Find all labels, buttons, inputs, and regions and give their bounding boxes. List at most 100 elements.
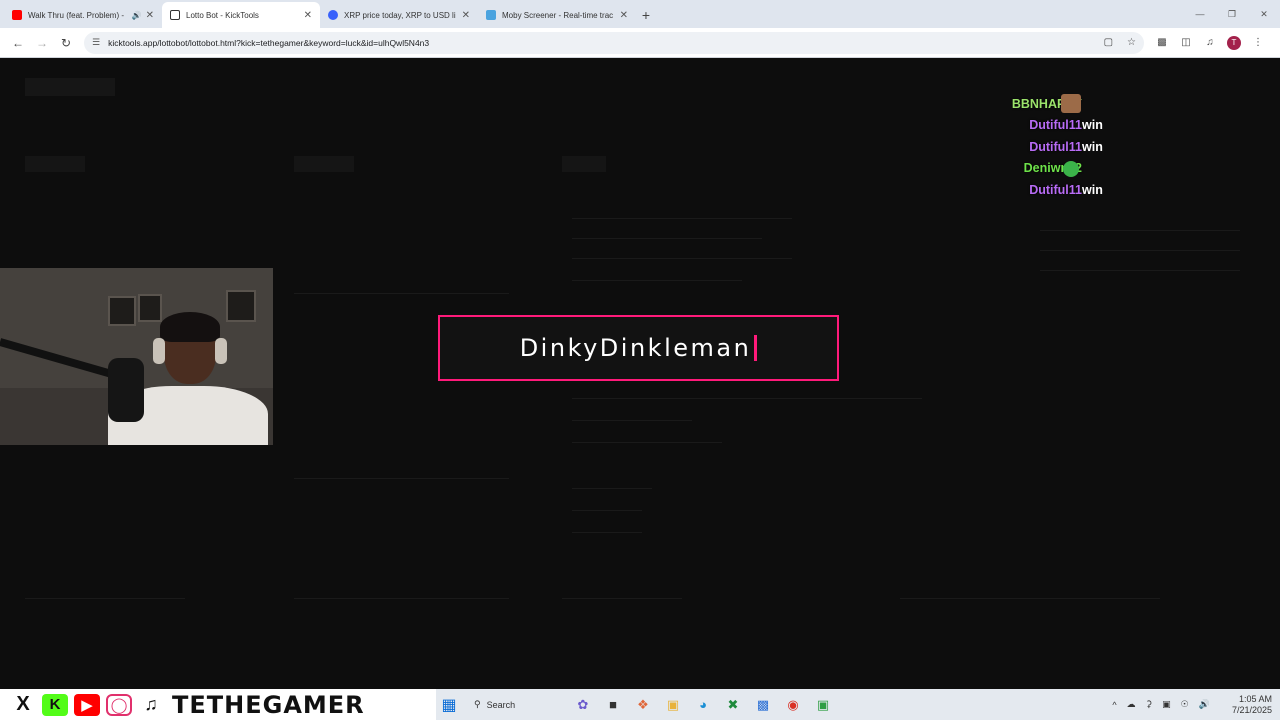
site-info-icon[interactable]: ☰ <box>92 37 100 48</box>
ghost-line <box>294 478 509 479</box>
forward-icon[interactable]: → <box>30 31 54 55</box>
extensions-icon[interactable]: ▩ <box>1150 31 1174 55</box>
menu-icon[interactable]: ⋮ <box>1246 31 1270 55</box>
app-icon[interactable]: ▣ <box>810 693 836 717</box>
streamer-handle: TETHEGAMER <box>172 690 365 719</box>
typing-caret <box>754 335 758 361</box>
face-emote-icon <box>1061 94 1081 113</box>
minimize-icon[interactable]: — <box>1184 0 1216 28</box>
restore-icon[interactable]: ❐ <box>1216 0 1248 28</box>
ghost-line <box>572 280 742 281</box>
coinmarketcap-icon <box>328 10 338 20</box>
tiktok-icon: ♫ <box>138 693 164 716</box>
url-text: kicktools.app/lottobot/lottobot.html?kic… <box>108 37 430 48</box>
taskbar-search[interactable]: ⚲ Search <box>466 694 566 716</box>
clock[interactable]: 1:05 AM 7/21/2025 <box>1222 694 1272 716</box>
task-view-icon[interactable]: ■ <box>600 693 626 717</box>
camera-blocked-icon[interactable]: ▢ <box>1104 37 1113 48</box>
search-label: Search <box>486 699 516 710</box>
winner-name: DinkyDinkleman <box>519 334 752 362</box>
ghost-section <box>294 156 354 172</box>
ghost-line <box>572 510 642 511</box>
mic-icon[interactable]: ⚳ <box>1146 699 1153 710</box>
toolbar-actions: ▩ ◫ ♫ T ⋮ <box>1150 31 1270 55</box>
tab-title: Lotto Bot - KickTools <box>186 10 259 20</box>
screen: Walk Thru (feat. Problem) - 🔊 ✕ Lotto Bo… <box>0 0 1280 720</box>
widgets-icon[interactable]: ✿ <box>570 693 596 717</box>
profile-avatar[interactable]: T <box>1227 35 1241 50</box>
taskbar: ▦ ⚲ Search ✿ ■ ❖ ▣ ◕ ✖ ▩ ◉ ▣ ^ ☁ ⚳ ▣ ☉ 🔊… <box>436 689 1280 720</box>
media-controls-icon[interactable]: ♫ <box>1198 31 1222 55</box>
social-branding: X K ▶ ◯ ♫ TETHEGAMER <box>0 689 436 720</box>
reload-icon[interactable]: ↻ <box>54 31 78 55</box>
ghost-line <box>572 442 722 443</box>
store-icon[interactable]: ▩ <box>750 693 776 717</box>
address-bar[interactable]: ☰ kicktools.app/lottobot/lottobot.html?k… <box>84 31 1144 54</box>
copilot-icon[interactable]: ❖ <box>630 693 656 717</box>
tab-title: Walk Thru (feat. Problem) - <box>28 10 125 20</box>
xbox-icon[interactable]: ✖ <box>720 693 746 717</box>
ghost-line <box>1040 270 1240 271</box>
headset-ear <box>215 338 227 364</box>
file-explorer-icon[interactable]: ▣ <box>660 693 686 717</box>
x-icon: X <box>10 693 36 716</box>
chat-username: Dutiful11 <box>1029 118 1082 133</box>
bookmark-star-icon[interactable]: ☆ <box>1127 37 1136 48</box>
ghost-line <box>562 598 682 599</box>
tab-lotto-bot[interactable]: Lotto Bot - KickTools ✕ <box>162 2 320 28</box>
wall-frame <box>226 290 256 322</box>
streamer-hair <box>160 312 220 342</box>
tab-moby-screener[interactable]: Moby Screener - Real-time trac ✕ <box>478 2 636 28</box>
winner-display: DinkyDinkleman <box>438 315 839 381</box>
ghost-heading <box>25 78 115 96</box>
wall-frame <box>108 296 136 326</box>
clock-date: 7/21/2025 <box>1231 704 1272 715</box>
search-icon: ⚲ <box>474 699 481 709</box>
youtube-icon: ▶ <box>74 693 100 716</box>
kick-icon: K <box>42 693 68 716</box>
windows-start-icon[interactable]: ▦ <box>436 693 462 717</box>
close-icon[interactable]: ✕ <box>462 10 470 21</box>
chat-text: win <box>1082 118 1103 133</box>
cloud-icon[interactable]: ☁ <box>1127 699 1136 710</box>
chat-message: Dutiful11 win <box>940 179 1140 201</box>
window-controls: — ❐ ✕ <box>1184 0 1280 28</box>
tab-youtube[interactable]: Walk Thru (feat. Problem) - 🔊 ✕ <box>4 2 162 28</box>
chat-text: win <box>1082 139 1103 154</box>
close-window-icon[interactable]: ✕ <box>1248 0 1280 28</box>
sidepanel-icon[interactable]: ◫ <box>1174 31 1198 55</box>
display-icon[interactable]: ▣ <box>1162 699 1171 710</box>
ghost-line <box>1040 250 1240 251</box>
chat-message: Dutiful11 win <box>940 115 1140 137</box>
chat-username: Dutiful11 <box>1029 139 1082 154</box>
tab-xrp-price[interactable]: XRP price today, XRP to USD li ✕ <box>320 2 478 28</box>
chrome-icon[interactable]: ◉ <box>780 693 806 717</box>
ghost-line <box>572 532 642 533</box>
chevron-up-icon[interactable]: ^ <box>1112 700 1116 710</box>
chat-message: BBNHAPPY <box>940 93 1140 115</box>
ghost-line <box>572 420 692 421</box>
speaker-icon[interactable]: 🔊 <box>132 11 142 20</box>
webcam-feed <box>0 268 273 445</box>
ghost-line <box>572 238 762 239</box>
ghost-line <box>1040 230 1240 231</box>
youtube-icon <box>12 10 22 20</box>
ghost-section <box>25 156 85 172</box>
ghost-line <box>572 398 922 399</box>
ghost-line <box>294 598 509 599</box>
ghost-line <box>294 293 509 294</box>
instagram-icon: ◯ <box>106 693 132 716</box>
new-tab-button[interactable]: + <box>636 2 656 28</box>
close-icon[interactable]: ✕ <box>620 10 628 21</box>
close-icon[interactable]: ✕ <box>304 10 312 21</box>
chat-overlay: BBNHAPPY Dutiful11 win Dutiful11 win Den… <box>940 93 1140 201</box>
clock-time: 1:05 AM <box>1238 693 1272 704</box>
edge-icon[interactable]: ◕ <box>690 693 716 717</box>
back-icon[interactable]: ← <box>6 31 30 55</box>
wifi-icon[interactable]: ☉ <box>1181 699 1189 710</box>
volume-icon[interactable]: 🔊 <box>1199 699 1210 710</box>
tab-title: XRP price today, XRP to USD li <box>344 10 456 20</box>
moby-icon <box>486 10 496 20</box>
close-icon[interactable]: ✕ <box>146 10 154 21</box>
ghost-line <box>572 218 792 219</box>
